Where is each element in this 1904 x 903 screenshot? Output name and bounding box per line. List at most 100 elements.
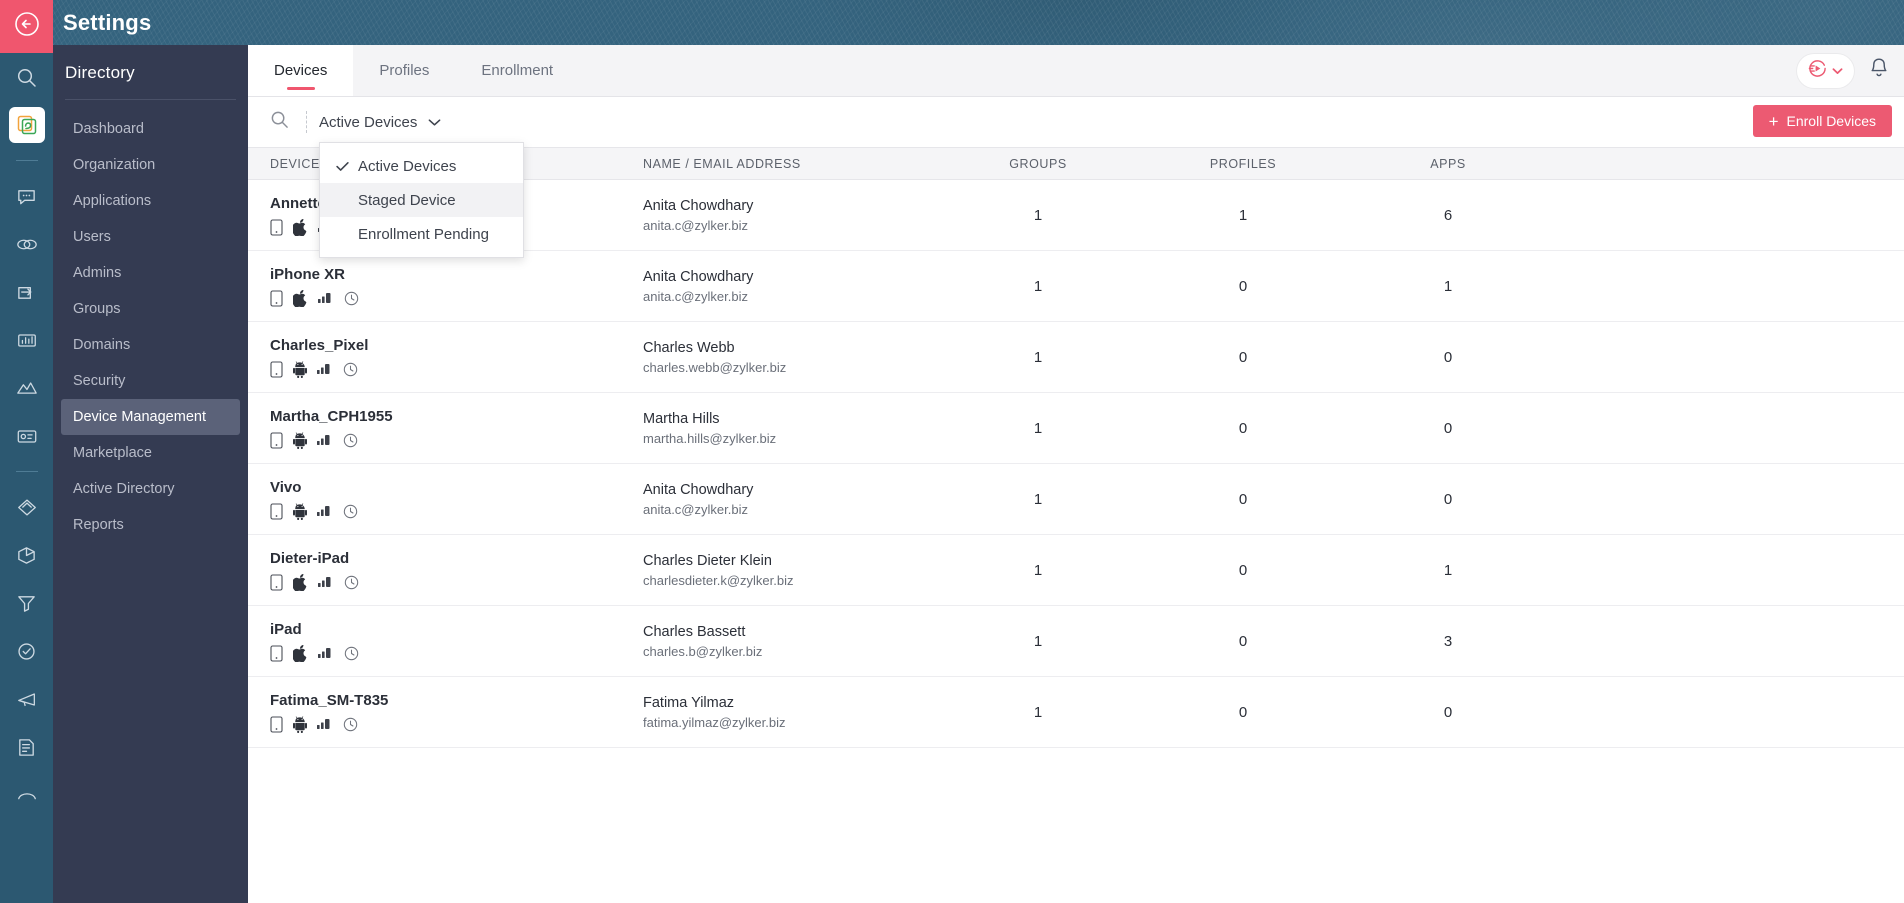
chart-icon[interactable]	[0, 364, 53, 412]
notifications-button[interactable]	[1868, 57, 1890, 85]
device-name: Charles_Pixel	[270, 336, 369, 354]
cell-groups-count: 1	[1033, 206, 1043, 224]
user-name: Charles Bassett	[643, 623, 746, 640]
sidebar-item-dashboard[interactable]: Dashboard	[61, 111, 240, 147]
cell-user: Charles Bassett charles.b@zylker.biz	[643, 624, 938, 659]
diamond-icon[interactable]	[0, 483, 53, 531]
device-name: iPad	[270, 620, 302, 638]
sidebar-item-label: Domains	[73, 337, 131, 353]
back-button[interactable]	[0, 0, 53, 53]
app-root: Settings Directory Dashboard Organization…	[0, 0, 1904, 903]
cell-device: Fatima_SM-T835	[248, 692, 643, 733]
table-row[interactable]: iPhone XR Anita Chowdhary anita.c@zylker.b…	[248, 251, 1904, 322]
sidebar-item-label: Organization	[73, 157, 156, 173]
mobile-device-icon	[270, 502, 283, 520]
app-logo-icon[interactable]	[8, 107, 45, 143]
user-email: charles.webb@zylker.biz	[643, 359, 787, 375]
tab-profiles[interactable]: Profiles	[353, 45, 455, 96]
user-email: anita.c@zylker.biz	[643, 217, 748, 233]
sidebar-item-active-directory[interactable]: Active Directory	[61, 471, 240, 507]
device-attribute-icons	[270, 715, 643, 733]
cell-profiles-count: 1	[1238, 206, 1248, 224]
cell-profiles-count: 0	[1238, 632, 1248, 650]
sidebar-item-organization[interactable]: Organization	[61, 147, 240, 183]
payroll-icon[interactable]	[0, 412, 53, 460]
sidebar-item-reports[interactable]: Reports	[61, 507, 240, 543]
tab-enrollment[interactable]: Enrollment	[455, 45, 579, 96]
table-row[interactable]: iPad Charles Bassett charles.b@zylker.biz 1…	[248, 606, 1904, 677]
user-email: charles.b@zylker.biz	[643, 643, 763, 659]
desk-icon[interactable]	[0, 771, 53, 819]
cell-device: Vivo	[248, 479, 643, 520]
cell-apps-count: 1	[1443, 561, 1453, 579]
dropdown-item-staged-device[interactable]: Staged Device	[320, 183, 523, 217]
campaign-icon[interactable]	[0, 675, 53, 723]
cell-groups-count: 1	[1033, 348, 1043, 366]
table-row[interactable]: Vivo Anita Chowdhary anita.c@zylker.biz 1 0 0	[248, 464, 1904, 535]
table-row[interactable]: Fatima_SM-T835 Fatima Yilmaz fatima.yilmaz…	[248, 677, 1904, 748]
device-filter-select[interactable]: Active Devices	[319, 114, 441, 131]
mobile-device-icon	[270, 715, 283, 733]
sidebar-item-label: Reports	[73, 517, 124, 533]
search-icon	[270, 110, 289, 134]
analytics-icon[interactable]	[0, 316, 53, 364]
mobile-device-icon	[270, 289, 283, 307]
funnel-icon[interactable]	[0, 579, 53, 627]
user-name: Fatima Yilmaz	[643, 694, 735, 711]
dropdown-item-enrollment-pending[interactable]: Enrollment Pending	[320, 217, 523, 251]
links-icon[interactable]	[0, 220, 53, 268]
dropdown-item-label: Staged Device	[358, 191, 456, 209]
cell-groups-count: 1	[1033, 632, 1043, 650]
chevron-down-icon	[1832, 62, 1843, 80]
tab-label: Profiles	[379, 62, 430, 79]
signal-strength-icon	[318, 646, 334, 660]
search-button[interactable]	[270, 110, 289, 134]
signal-strength-icon	[317, 362, 333, 376]
sidebar-item-admins[interactable]: Admins	[61, 255, 240, 291]
cell-user: Martha Hills martha.hills@zylker.biz	[643, 411, 938, 446]
device-name: iPhone XR	[270, 265, 346, 283]
sidebar-item-marketplace[interactable]: Marketplace	[61, 435, 240, 471]
device-filter-dropdown[interactable]: Active Devices Staged Device Enrollment Pe…	[319, 142, 524, 258]
cell-device: iPhone XR	[248, 266, 643, 307]
dropdown-item-active-devices[interactable]: Active Devices	[320, 149, 523, 183]
table-row[interactable]: Martha_CPH1955 Martha Hills martha.hills@z…	[248, 393, 1904, 464]
directory-sidebar: Directory Dashboard Organization Applicati…	[53, 45, 248, 903]
table-row[interactable]: Dieter-iPad Charles Dieter Klein charlesdi…	[248, 535, 1904, 606]
page-header-bar: Settings	[53, 0, 1904, 45]
signal-strength-icon	[317, 504, 333, 518]
video-tutorial-button[interactable]	[1797, 54, 1854, 88]
clock-icon	[344, 291, 359, 306]
column-header-name: NAME / EMAIL ADDRESS	[643, 156, 801, 171]
tab-label: Enrollment	[481, 62, 554, 79]
plus-icon: +	[1768, 111, 1779, 131]
sidebar-item-device-management[interactable]: Device Management	[61, 399, 240, 435]
clock-icon	[343, 433, 358, 448]
cell-groups-count: 1	[1033, 277, 1043, 295]
device-name: Vivo	[270, 478, 302, 496]
tab-devices[interactable]: Devices	[248, 45, 354, 96]
sidebar-item-security[interactable]: Security	[61, 363, 240, 399]
sidebar-item-users[interactable]: Users	[61, 219, 240, 255]
sidebar-item-label: Groups	[73, 301, 121, 317]
mail-send-icon[interactable]	[0, 268, 53, 316]
signal-strength-icon	[317, 433, 333, 447]
enroll-devices-button[interactable]: + Enroll Devices	[1752, 105, 1892, 137]
notes-icon[interactable]	[0, 723, 53, 771]
android-icon	[293, 715, 307, 733]
box-icon[interactable]	[0, 531, 53, 579]
android-icon	[293, 360, 307, 378]
back-arrow-icon	[14, 11, 40, 42]
sidebar-item-applications[interactable]: Applications	[61, 183, 240, 219]
clock-check-icon[interactable]	[0, 627, 53, 675]
device-attribute-icons	[270, 289, 643, 307]
sidebar-item-groups[interactable]: Groups	[61, 291, 240, 327]
table-row[interactable]: Charles_Pixel Charles Webb charles.webb@zy…	[248, 322, 1904, 393]
search-icon[interactable]	[0, 53, 53, 101]
column-header-apps: APPS	[1430, 156, 1466, 171]
user-email: anita.c@zylker.biz	[643, 501, 748, 517]
apple-icon	[293, 218, 308, 236]
sidebar-item-domains[interactable]: Domains	[61, 327, 240, 363]
chat-icon[interactable]	[0, 172, 53, 220]
sidebar-item-label: Admins	[73, 265, 122, 281]
